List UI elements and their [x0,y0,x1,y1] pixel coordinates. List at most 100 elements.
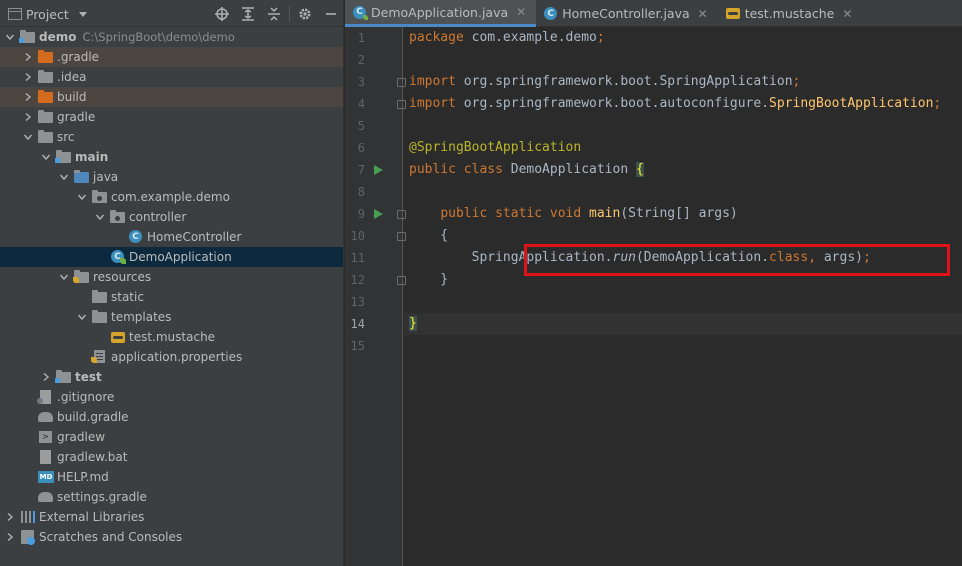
tree-item-label: static [111,290,144,304]
close-icon[interactable]: ✕ [698,7,708,21]
tree-item-label: resources [93,270,152,284]
tree-item[interactable]: demo C:\SpringBoot\demo\demo [0,27,343,47]
excluded-folder-icon [38,89,54,105]
properties-file-icon [91,349,108,365]
shell-file-icon: > [38,429,54,445]
tree-item[interactable]: External Libraries [0,507,343,527]
chevron-down-icon[interactable] [94,207,106,227]
tree-item[interactable]: static [0,287,343,307]
project-view-selector[interactable]: Project [8,5,87,23]
gitignore-file-icon [37,389,54,405]
tree-item-label: .idea [57,70,87,84]
tree-item[interactable]: > gradlew [0,427,343,447]
run-icon[interactable] [374,209,383,219]
resources-folder-icon [73,269,90,285]
chevron-right-icon[interactable] [22,67,34,87]
line-number: 15 [350,339,365,353]
tree-item[interactable]: test [0,367,343,387]
tree-item[interactable]: java [0,167,343,187]
file-icon [38,449,54,465]
chevron-down-icon[interactable] [58,167,70,187]
tree-item-label: .gradle [57,50,100,64]
tree-item[interactable]: test.mustache [0,327,343,347]
tree-item-path: C:\SpringBoot\demo\demo [82,30,235,44]
editor-tab-label: DemoApplication.java [371,4,509,20]
gear-icon[interactable] [292,1,318,27]
source-root-folder-icon [55,369,72,385]
chevron-down-icon[interactable] [58,267,70,287]
chevron-down-icon[interactable] [4,27,16,47]
tree-item-label: test [75,370,102,384]
editor-gutter: 1 2 3 4 5 6 7 8 9 10 11 12 13 14 15 [345,27,406,566]
chevron-right-icon[interactable] [4,527,16,547]
tree-item[interactable]: settings.gradle [0,487,343,507]
tree-item[interactable]: C HomeController [0,227,343,247]
tree-item[interactable]: src [0,127,343,147]
folder-icon [38,129,54,145]
code-area[interactable]: } } SpringApplication.run(DemoApplicatio… [404,27,962,566]
tree-item[interactable]: application.properties [0,347,343,367]
tree-item-label: src [57,130,75,144]
tree-item[interactable]: build [0,87,343,107]
code-line: import org.springframework.boot.autoconf… [409,96,942,111]
chevron-down-icon[interactable] [76,187,88,207]
tree-item[interactable]: com.example.demo [0,187,343,207]
tree-item-label: Scratches and Consoles [39,530,183,544]
tree-item[interactable]: main [0,147,343,167]
locate-file-icon[interactable] [209,1,235,27]
tree-item[interactable]: build.gradle [0,407,343,427]
editor-tab[interactable]: test.mustache ✕ [718,0,863,27]
chevron-right-icon[interactable] [22,47,34,67]
tree-item-label: build [57,90,87,104]
close-icon[interactable]: ✕ [516,5,526,19]
collapse-all-icon[interactable] [261,1,287,27]
tree-item[interactable]: gradle [0,107,343,127]
editor-tab[interactable]: C HomeController.java ✕ [536,0,717,27]
chevron-down-icon[interactable] [40,147,52,167]
project-panel-title: Project [26,6,69,22]
line-number: 9 [357,207,365,221]
tree-item[interactable]: .gradle [0,47,343,67]
tree-item[interactable]: templates [0,307,343,327]
tree-item-label: java [93,170,119,184]
line-number: 4 [357,97,365,111]
chevron-right-icon[interactable] [22,87,34,107]
chevron-down-icon[interactable] [22,127,34,147]
editor-tab[interactable]: C DemoApplication.java ✕ [345,0,537,27]
run-icon[interactable] [374,165,383,175]
tree-item[interactable]: controller [0,207,343,227]
folder-icon [92,289,108,305]
minimize-icon[interactable] [318,1,343,27]
folder-icon [38,109,54,125]
tree-item[interactable]: resources [0,267,343,287]
chevron-right-icon[interactable] [22,107,34,127]
chevron-down-icon[interactable] [76,307,88,327]
tree-item-label: External Libraries [39,510,145,524]
mustache-file-icon [110,329,126,345]
tree-item[interactable]: .gitignore [0,387,343,407]
tree-item-label: com.example.demo [111,190,230,204]
chevron-right-icon[interactable] [40,367,52,387]
tree-item[interactable]: gradlew.bat [0,447,343,467]
folder-icon [92,309,108,325]
folder-icon [38,69,54,85]
markdown-file-icon: MD [38,471,54,483]
tree-item[interactable]: C DemoApplication [0,247,343,267]
gradle-file-icon [38,409,54,425]
tree-item[interactable]: MD HELP.md [0,467,343,487]
tree-item[interactable]: Scratches and Consoles [0,527,343,547]
close-icon[interactable]: ✕ [842,7,852,21]
tree-item-label: application.properties [111,350,243,364]
line-number: 7 [357,163,365,177]
tree-item-label: gradlew.bat [57,450,128,464]
java-source-folder-icon [74,169,90,185]
chevron-right-icon[interactable] [4,507,16,527]
code-line: import org.springframework.boot.SpringAp… [409,74,801,89]
tree-item-label: controller [129,210,187,224]
tree-item-label: gradle [57,110,96,124]
tree-item[interactable]: .idea [0,67,343,87]
expand-all-icon[interactable] [235,1,261,27]
